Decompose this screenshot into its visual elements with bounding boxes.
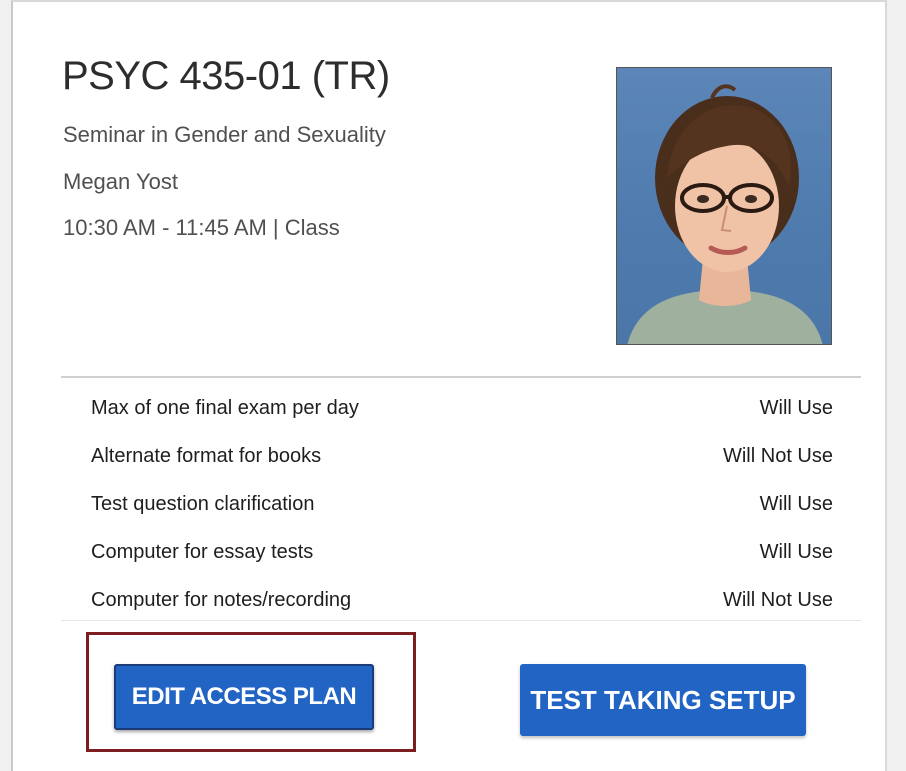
accommodation-status: Will Not Use	[722, 444, 833, 467]
instructor-photo	[616, 67, 832, 345]
accommodation-status: Will Not Use	[722, 588, 833, 611]
accommodation-name: Test question clarification	[91, 492, 315, 515]
section-divider	[61, 376, 861, 378]
course-title: Seminar in Gender and Sexuality	[63, 122, 386, 147]
list-item: Test question clarification Will Use	[91, 480, 833, 528]
buttons-divider	[61, 620, 861, 621]
accommodation-status: Will Use	[759, 540, 833, 563]
accommodation-status: Will Use	[759, 396, 833, 419]
edit-access-plan-button[interactable]: EDIT ACCESS PLAN	[114, 664, 374, 730]
accommodation-name: Computer for notes/recording	[91, 588, 352, 611]
course-card: PSYC 435-01 (TR) Seminar in Gender and S…	[11, 0, 887, 771]
accommodation-name: Computer for essay tests	[91, 540, 314, 563]
test-taking-setup-button[interactable]: TEST TAKING SETUP	[520, 664, 806, 736]
accommodation-name: Max of one final exam per day	[91, 396, 359, 419]
instructor-name: Megan Yost	[63, 169, 178, 194]
list-item: Computer for essay tests Will Use	[91, 528, 833, 576]
list-item: Computer for notes/recording Will Not Us…	[91, 576, 833, 624]
portrait-image	[627, 84, 823, 344]
class-schedule: 10:30 AM - 11:45 AM | Class	[63, 215, 340, 240]
course-code: PSYC 435-01 (TR)	[62, 54, 390, 98]
accommodations-list: Max of one final exam per day Will Use A…	[91, 384, 833, 624]
accommodation-name: Alternate format for books	[91, 444, 322, 467]
list-item: Max of one final exam per day Will Use	[91, 384, 833, 432]
list-item: Alternate format for books Will Not Use	[91, 432, 833, 480]
accommodation-status: Will Use	[759, 492, 833, 515]
